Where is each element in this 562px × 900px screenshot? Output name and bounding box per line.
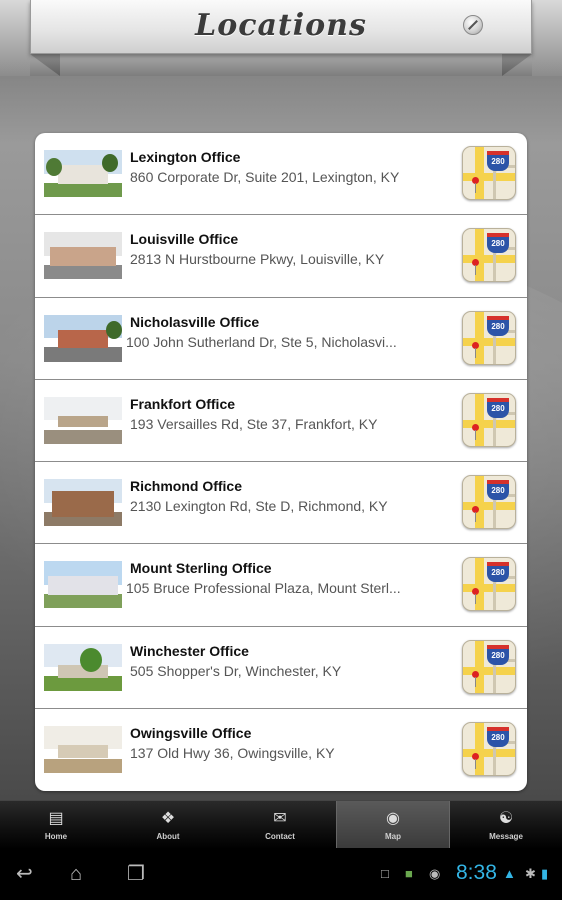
location-name: Mount Sterling Office bbox=[130, 560, 272, 577]
location-address: 860 Corporate Dr, Suite 201, Lexington, … bbox=[130, 169, 400, 185]
route-shield-label: 280 bbox=[487, 151, 509, 171]
map-icon[interactable]: 280 bbox=[462, 310, 516, 365]
app-notification-icon[interactable]: ■ bbox=[405, 864, 413, 884]
chat-icon: ☯ bbox=[498, 810, 514, 827]
header-right-cap bbox=[532, 0, 562, 76]
map-icon[interactable]: 280 bbox=[462, 228, 516, 283]
office-photo bbox=[44, 561, 122, 609]
header-left-cap bbox=[0, 0, 30, 76]
location-address: 105 Bruce Professional Plaza, Mount Ster… bbox=[126, 580, 401, 597]
tab-map[interactable]: ◉ Map bbox=[336, 801, 450, 849]
location-name: Winchester Office bbox=[130, 642, 249, 659]
status-clock[interactable]: 8:38 bbox=[456, 861, 497, 885]
route-shield-label: 280 bbox=[487, 397, 509, 418]
battery-icon: ▮ bbox=[541, 866, 549, 881]
list-item[interactable]: Winchester Office 505 Shopper's Dr, Winc… bbox=[35, 627, 527, 709]
location-name: Frankfort Office bbox=[130, 395, 236, 412]
map-icon[interactable]: 280 bbox=[462, 392, 516, 447]
list-item[interactable]: Owingsville Office 137 Old Hwy 36, Owing… bbox=[35, 709, 527, 791]
location-address: 2813 N Hurstbourne Pkwy, Louisville, KY bbox=[130, 251, 385, 268]
location-address: 137 Old Hwy 36, Owingsville, KY bbox=[130, 744, 335, 761]
recent-apps-icon[interactable]: ❐ bbox=[127, 862, 145, 886]
tab-home[interactable]: ▤ Home bbox=[0, 801, 112, 849]
page-title: Locations bbox=[195, 8, 367, 43]
location-name: Nicholasville Office bbox=[130, 313, 260, 330]
tab-label: Map bbox=[385, 832, 401, 841]
route-shield-label: 280 bbox=[487, 233, 509, 254]
tab-label: About bbox=[156, 832, 180, 841]
office-photo bbox=[44, 643, 122, 691]
locations-list: Lexington Office 860 Corporate Dr, Suite… bbox=[35, 133, 527, 791]
route-shield-label: 280 bbox=[487, 726, 509, 747]
system-navigation-bar: ↩ ⌂ ❐ □ ■ ◉ 8:38 ▲ ✱ ▮ bbox=[0, 848, 562, 900]
location-name: Louisville Office bbox=[130, 231, 239, 248]
tag-icon: ❖ bbox=[160, 810, 176, 827]
tab-label: Message bbox=[489, 832, 523, 841]
office-photo bbox=[44, 725, 122, 773]
tab-message[interactable]: ☯ Message bbox=[450, 801, 562, 849]
location-name: Lexington Office bbox=[130, 149, 241, 165]
list-item[interactable]: Mount Sterling Office 105 Bruce Professi… bbox=[35, 544, 527, 627]
office-photo bbox=[44, 479, 122, 526]
compass-icon[interactable] bbox=[463, 15, 483, 35]
list-item[interactable]: Louisville Office 2813 N Hurstbourne Pkw… bbox=[35, 215, 527, 298]
route-shield-label: 280 bbox=[487, 480, 509, 500]
list-item[interactable]: Nicholasville Office 100 John Sutherland… bbox=[35, 298, 527, 380]
location-address: 193 Versailles Rd, Ste 37, Frankfort, KY bbox=[130, 415, 378, 432]
bluetooth-icon: ✱ bbox=[525, 866, 536, 881]
location-address: 2130 Lexington Rd, Ste D, Richmond, KY bbox=[130, 498, 388, 514]
route-shield-label: 280 bbox=[487, 644, 509, 665]
wifi-icon: ▲ bbox=[503, 866, 516, 881]
android-notification-icon[interactable]: ◉ bbox=[429, 864, 440, 884]
header-bar: Locations bbox=[30, 0, 532, 54]
office-photo bbox=[44, 232, 122, 280]
location-name: Richmond Office bbox=[130, 478, 243, 494]
list-item[interactable]: Frankfort Office 193 Versailles Rd, Ste … bbox=[35, 380, 527, 462]
envelope-icon: ✉ bbox=[273, 810, 287, 827]
globe-icon: ◉ bbox=[386, 810, 400, 827]
home-icon: ▤ bbox=[48, 810, 64, 827]
location-address: 100 John Sutherland Dr, Ste 5, Nicholasv… bbox=[126, 333, 397, 350]
office-photo bbox=[44, 150, 122, 197]
back-icon[interactable]: ↩ bbox=[16, 862, 33, 886]
location-address: 505 Shopper's Dr, Winchester, KY bbox=[130, 662, 342, 679]
list-item[interactable]: Richmond Office 2130 Lexington Rd, Ste D… bbox=[35, 462, 527, 545]
tab-contact[interactable]: ✉ Contact bbox=[224, 801, 336, 849]
location-name: Owingsville Office bbox=[130, 724, 252, 741]
map-icon[interactable]: 280 bbox=[462, 475, 516, 529]
map-icon[interactable]: 280 bbox=[462, 721, 516, 776]
map-icon[interactable]: 280 bbox=[462, 557, 516, 612]
map-icon[interactable]: 280 bbox=[462, 146, 516, 200]
tab-label: Home bbox=[44, 832, 68, 841]
list-item[interactable]: Lexington Office 860 Corporate Dr, Suite… bbox=[35, 133, 527, 216]
tab-label: Contact bbox=[265, 832, 295, 841]
route-shield-label: 280 bbox=[487, 315, 509, 336]
tab-bar: ▤ Home ❖ About ✉ Contact ◉ Map ☯ Message bbox=[0, 800, 562, 849]
map-icon[interactable]: 280 bbox=[462, 639, 516, 694]
tab-about[interactable]: ❖ About bbox=[112, 801, 224, 849]
office-photo bbox=[44, 314, 122, 362]
office-photo bbox=[44, 396, 122, 444]
calendar-notification-icon[interactable]: □ bbox=[381, 864, 389, 884]
route-shield-label: 280 bbox=[487, 562, 509, 583]
home-nav-icon[interactable]: ⌂ bbox=[70, 862, 82, 886]
header-bevel bbox=[30, 54, 532, 76]
